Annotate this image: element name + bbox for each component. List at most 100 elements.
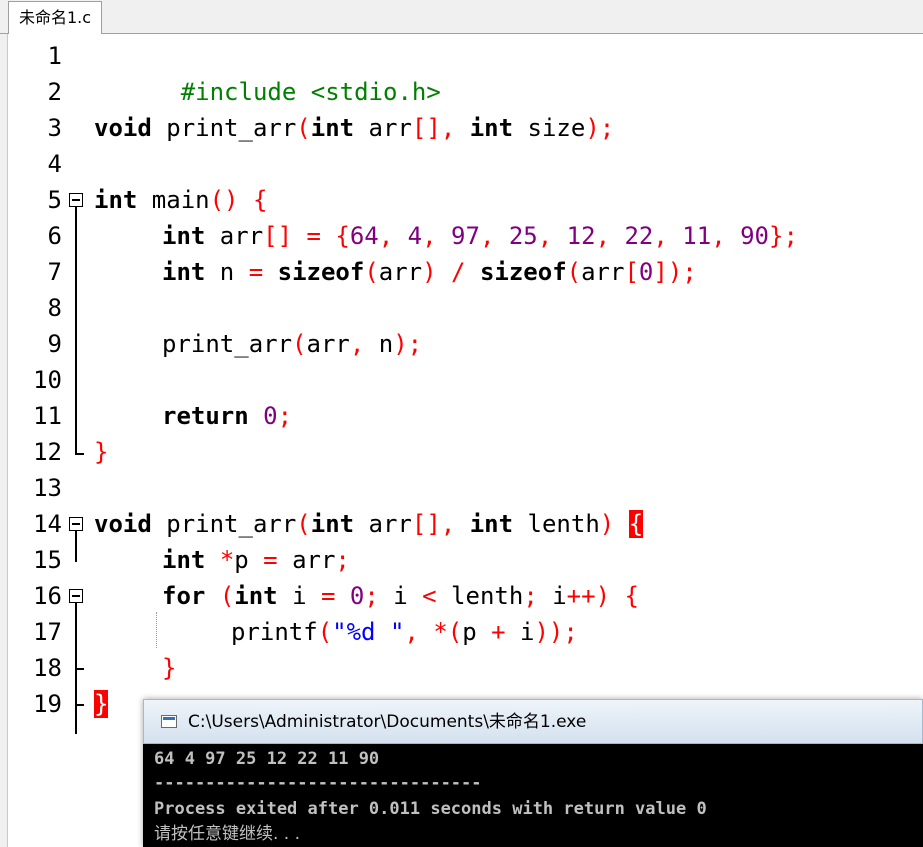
fold-toggle-print-arr-icon[interactable] (69, 517, 83, 531)
line-number: 2 (47, 78, 62, 106)
identifier: arr (277, 546, 336, 574)
operator: ; (523, 582, 538, 610)
fold-end-tick (75, 453, 84, 455)
matched-brace-highlight: } (94, 690, 109, 718)
keyword: int (162, 258, 206, 286)
identifier: lenth (436, 582, 524, 610)
number-literal: 22 (624, 222, 654, 250)
line-number: 9 (47, 330, 62, 358)
line-number: 11 (33, 402, 62, 430)
code-line-6: int arr[] = {64, 4, 97, 25, 12, 22, 11, … (162, 218, 798, 254)
identifier: p (462, 618, 492, 646)
identifier: arr (205, 222, 264, 250)
identifier: arr (581, 258, 625, 286)
number-literal: 64 (349, 222, 379, 250)
console-title: C:\Users\Administrator\Documents\未命名1.ex… (188, 712, 587, 732)
code-line-15: int *p = arr; (162, 542, 350, 578)
identifier: arr (306, 330, 350, 358)
operator: , (378, 222, 408, 250)
console-window-icon (161, 715, 177, 728)
operator: () (209, 186, 239, 214)
operator: , (422, 222, 452, 250)
operator: ( (364, 258, 379, 286)
operator: , (479, 222, 509, 250)
keyword: int (94, 186, 138, 214)
operator: , (595, 222, 625, 250)
identifier: main (137, 186, 210, 214)
number-literal: 4 (407, 222, 423, 250)
console-window[interactable]: C:\Users\Administrator\Documents\未命名1.ex… (143, 699, 923, 847)
keyword: void (94, 114, 152, 142)
line-number: 16 (33, 582, 62, 610)
identifier: size (513, 114, 586, 142)
keyword: void (94, 510, 152, 538)
operator: , (404, 618, 419, 646)
tab-label: 未命名1.c (19, 8, 92, 27)
code-line-12: } (94, 434, 108, 470)
operator: * (219, 546, 235, 574)
identifier: lenth (513, 510, 600, 538)
exit-message: Process exited after 0.011 seconds with … (154, 799, 707, 819)
number-literal: 11 (682, 222, 712, 250)
preprocessor-directive: #include <stdio.h> (180, 78, 441, 106)
matched-brace-highlight: { (628, 510, 644, 538)
operator: ( (296, 510, 311, 538)
line-number: 17 (33, 618, 62, 646)
operator: { (252, 186, 268, 214)
fold-end-tick (75, 704, 84, 706)
identifier: i (505, 618, 535, 646)
editor-left-border (0, 34, 8, 847)
line-number: 6 (47, 222, 62, 250)
line-number: 5 (47, 186, 62, 214)
keyword: int (310, 114, 355, 142)
keyword: for (162, 582, 206, 610)
line-number: 18 (33, 654, 62, 682)
fold-end-tick (75, 668, 84, 670)
operator: + (491, 618, 506, 646)
code-line-1: #include <stdio.h> (94, 38, 441, 106)
line-number: 7 (47, 258, 62, 286)
console-output-area: 64 4 97 25 12 22 11 90 -----------------… (143, 744, 923, 847)
keyword: int (162, 546, 206, 574)
program-output: 64 4 97 25 12 22 11 90 (154, 749, 380, 769)
identifier: arr (354, 114, 412, 142)
number-literal: 25 (508, 222, 538, 250)
fold-toggle-for-icon[interactable] (69, 589, 83, 603)
keyword: int (310, 510, 355, 538)
identifier: n (205, 258, 249, 286)
operator: } (94, 438, 109, 466)
identifier: i (537, 582, 567, 610)
operator: ) (422, 258, 437, 286)
line-number: 10 (33, 366, 62, 394)
identifier: print_arr (151, 510, 297, 538)
output-separator: -------------------------------- (154, 773, 482, 793)
operator: , (349, 330, 365, 358)
identifier: i (378, 582, 423, 610)
line-number: 1 (47, 42, 62, 70)
code-line-11: return 0; (162, 398, 292, 434)
operator: [] (263, 222, 293, 250)
code-line-17: printf("%d ", *(p + i)); (231, 614, 578, 650)
tab-untitled1[interactable]: 未命名1.c (8, 1, 103, 34)
console-titlebar[interactable]: C:\Users\Administrator\Documents\未命名1.ex… (143, 699, 923, 744)
keyword: return (162, 402, 249, 430)
operator: ( (219, 582, 235, 610)
operator: , (537, 222, 567, 250)
operator: = (248, 258, 264, 286)
operator: ) (599, 510, 615, 538)
operator: = { (292, 222, 350, 250)
operator: = (320, 582, 336, 610)
number-literal: 0 (638, 258, 654, 286)
operator: }; (769, 222, 798, 250)
fold-toggle-main-icon[interactable] (69, 193, 83, 207)
operator: ; (364, 582, 379, 610)
identifier: arr (354, 510, 412, 538)
press-any-key-prompt: 请按任意键继续. . . (154, 824, 301, 844)
fold-guide-line (75, 207, 77, 455)
fold-guide-line (75, 531, 77, 562)
operator: ; (335, 546, 350, 574)
identifier: p (234, 546, 264, 574)
